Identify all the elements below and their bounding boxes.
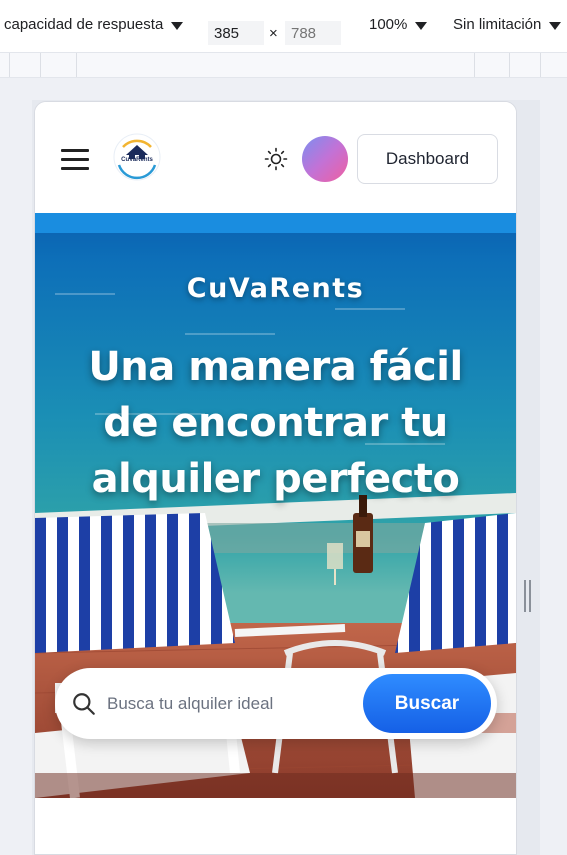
- chevron-down-icon: [415, 21, 428, 30]
- devtools-controls: capacidad de respuesta × 100% Sin limita…: [0, 0, 567, 52]
- throttling-select[interactable]: Sin limitación: [453, 16, 562, 33]
- logo-text: CuVaRents: [121, 157, 153, 163]
- site-header: CuVaRents Dashboard: [35, 102, 516, 213]
- chevron-down-icon: [171, 21, 184, 30]
- sun-icon[interactable]: [264, 147, 288, 171]
- hero-section: CuVaRents Una manera fácil de encontrar …: [35, 213, 516, 798]
- devtools-toolbar: capacidad de respuesta × 100% Sin limita…: [0, 0, 567, 78]
- search-bar: Buscar: [55, 668, 497, 739]
- hero-brand: CuVaRents: [186, 273, 365, 304]
- device-mode-select[interactable]: capacidad de respuesta: [4, 16, 184, 33]
- zoom-label: 100%: [369, 16, 408, 33]
- search-input[interactable]: [107, 688, 357, 720]
- headline-line: de encontrar tu: [103, 400, 448, 446]
- site-logo[interactable]: CuVaRents: [113, 133, 161, 181]
- hero-headline: Una manera fácil de encontrar tu alquile…: [55, 339, 496, 507]
- emulated-page: CuVaRents Dashboard CuVaRents Una manera…: [34, 101, 517, 855]
- width-input[interactable]: [208, 21, 264, 45]
- chevron-down-icon: [549, 21, 562, 30]
- hamburger-icon[interactable]: [61, 147, 89, 171]
- height-input[interactable]: [285, 21, 341, 45]
- headline-line: alquiler perfecto: [91, 456, 460, 502]
- headline-line: Una manera fácil: [88, 344, 463, 390]
- search-button[interactable]: Buscar: [363, 674, 491, 733]
- media-query-ruler[interactable]: [0, 52, 567, 78]
- zoom-select[interactable]: 100%: [369, 16, 428, 33]
- dimension-separator: ×: [269, 25, 278, 42]
- user-avatar[interactable]: [302, 136, 348, 182]
- search-icon: [73, 693, 95, 715]
- device-mode-label: capacidad de respuesta: [4, 16, 164, 33]
- dashboard-button[interactable]: Dashboard: [357, 134, 498, 184]
- resize-handle[interactable]: [523, 580, 531, 612]
- throttling-label: Sin limitación: [453, 16, 542, 33]
